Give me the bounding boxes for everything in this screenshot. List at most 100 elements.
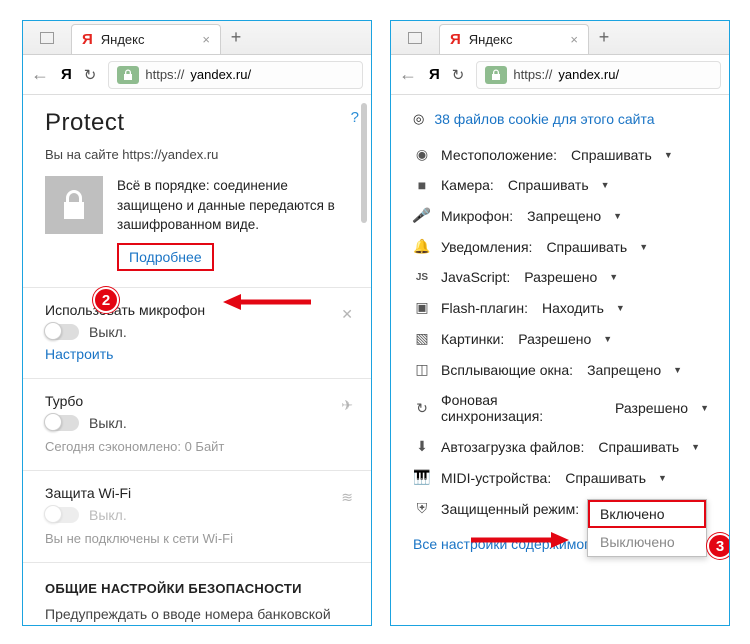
mic-off-icon: ✕	[341, 306, 353, 323]
permission-row-camera[interactable]: ■Камера: Спрашивать▼	[413, 170, 709, 200]
mic-toggle[interactable]	[45, 324, 79, 340]
tab-active[interactable]: Я Яндекс ×	[71, 24, 221, 54]
permission-value[interactable]: Спрашивать	[508, 177, 589, 193]
permission-label: Защищенный режим:	[441, 501, 579, 517]
annotation-arrow-right	[469, 529, 569, 551]
more-link[interactable]: Подробнее	[117, 243, 214, 271]
toolbar: ← Я ↻ https://yandex.ru/	[391, 55, 729, 95]
permission-row-js[interactable]: JSJavaScript: Разрешено▼	[413, 262, 709, 292]
permission-row-mic[interactable]: 🎤 Микрофон: Запрещено ▼	[413, 200, 709, 231]
permission-label: Автозагрузка файлов:	[441, 439, 584, 455]
chevron-down-icon[interactable]: ▼	[673, 365, 682, 375]
chevron-down-icon[interactable]: ▼	[691, 442, 700, 452]
chevron-down-icon[interactable]: ▼	[700, 403, 709, 413]
image-icon: ▧	[413, 330, 431, 347]
permission-value[interactable]: Спрашивать	[546, 239, 627, 255]
permission-label: JavaScript:	[441, 269, 510, 285]
mic-state: Выкл.	[89, 324, 127, 340]
permission-value[interactable]: Разрешено	[615, 400, 688, 416]
permission-label: MIDI-устройства:	[441, 470, 551, 486]
back-button[interactable]: ←	[31, 64, 49, 85]
back-button[interactable]: ←	[399, 64, 417, 85]
turbo-saved: Сегодня сэкономлено: 0 Байт	[45, 439, 351, 454]
mic-configure-link[interactable]: Настроить	[45, 346, 113, 362]
permission-row-flash[interactable]: ▣Flash-плагин: Находить▼	[413, 292, 709, 323]
bell-icon: 🔔	[413, 238, 431, 255]
tab-title: Яндекс	[469, 32, 513, 47]
pin-icon: ◉	[413, 146, 431, 163]
tab-bar: Я Яндекс × +	[391, 21, 729, 55]
cookie-icon: ◎	[413, 111, 424, 127]
permission-label: Уведомления:	[441, 239, 532, 255]
cookies-row[interactable]: ◎ 38 файлов cookie для этого сайта	[413, 105, 709, 139]
reload-button[interactable]: ↻	[452, 66, 465, 84]
permission-row-midi[interactable]: 🎹MIDI-устройства: Спрашивать▼	[413, 462, 709, 493]
toolbar: ← Я ↻ https:// yandex.ru/	[23, 55, 371, 95]
window-control-placeholder	[23, 21, 71, 54]
cookies-link[interactable]: 38 файлов cookie для этого сайта	[434, 111, 654, 127]
permission-value[interactable]: Запрещено	[527, 208, 601, 224]
tab-bar: Я Яндекс × +	[23, 21, 371, 55]
permissions-panel: ◎ 38 файлов cookie для этого сайта ◉ Мест…	[391, 95, 729, 625]
permission-value[interactable]: Спрашивать	[571, 147, 652, 163]
permission-row-image[interactable]: ▧ Картинки: Разрешено ▼	[413, 323, 709, 354]
permission-value[interactable]: Разрешено	[524, 269, 597, 285]
close-icon[interactable]: ×	[202, 32, 210, 47]
help-link[interactable]: ?	[351, 109, 359, 126]
permission-label: Картинки:	[441, 331, 504, 347]
reload-button[interactable]: ↻	[84, 66, 97, 84]
permission-value[interactable]: Находить	[542, 300, 604, 316]
annotation-badge-3: 3	[707, 533, 729, 559]
address-bar[interactable]: https:// yandex.ru/	[108, 61, 363, 89]
wifi-icon: ≋	[341, 489, 353, 506]
permission-value[interactable]: Спрашивать	[565, 470, 646, 486]
url-host: yandex.ru/	[190, 67, 251, 82]
chevron-down-icon[interactable]: ▼	[658, 473, 667, 483]
permission-label: Камера:	[441, 177, 494, 193]
protect-panel: ? Protect Вы на сайте https://yandex.ru …	[23, 95, 371, 625]
chevron-down-icon[interactable]: ▼	[613, 211, 622, 221]
chevron-down-icon[interactable]: ▼	[601, 180, 610, 190]
url-scheme: https://	[145, 67, 184, 82]
security-heading: ОБЩИЕ НАСТРОЙКИ БЕЗОПАСНОСТИ	[45, 581, 351, 596]
url-host: yandex.ru/	[558, 67, 619, 82]
yandex-home-button[interactable]: Я	[429, 66, 440, 83]
wifi-toggle	[45, 507, 79, 523]
permission-label: Flash-плагин:	[441, 300, 528, 316]
permission-row-sync[interactable]: ↻Фоновая синхронизация: Разрешено▼	[413, 385, 709, 431]
permission-row-popup[interactable]: ◫Всплывающие окна: Запрещено▼	[413, 354, 709, 385]
tab-active[interactable]: Я Яндекс ×	[439, 24, 589, 54]
chevron-down-icon[interactable]: ▼	[609, 272, 618, 282]
close-icon[interactable]: ×	[570, 32, 578, 47]
permission-row-bell[interactable]: 🔔 Уведомления: Спрашивать ▼	[413, 231, 709, 262]
chevron-down-icon[interactable]: ▼	[639, 242, 648, 252]
protected-mode-dropdown[interactable]: Включено Выключено	[587, 499, 707, 557]
yandex-favicon: Я	[450, 31, 461, 48]
chevron-down-icon[interactable]: ▼	[616, 303, 625, 313]
permission-label: Местоположение:	[441, 147, 557, 163]
turbo-toggle[interactable]	[45, 415, 79, 431]
new-tab-button[interactable]: +	[221, 21, 251, 54]
turbo-title: Турбо	[45, 393, 351, 409]
address-bar[interactable]: https://yandex.ru/	[476, 61, 721, 89]
popup-icon: ◫	[413, 361, 431, 378]
permission-row-download[interactable]: ⬇Автозагрузка файлов: Спрашивать▼	[413, 431, 709, 462]
chevron-down-icon[interactable]: ▼	[664, 150, 673, 160]
lock-icon[interactable]	[485, 66, 507, 84]
permission-value[interactable]: Разрешено	[518, 331, 591, 347]
yandex-home-button[interactable]: Я	[61, 66, 72, 83]
new-tab-button[interactable]: +	[589, 21, 619, 54]
chevron-down-icon[interactable]: ▼	[603, 334, 612, 344]
mic-icon: 🎤	[413, 207, 431, 224]
dropdown-option-on[interactable]: Включено	[588, 500, 706, 528]
lock-icon[interactable]	[117, 66, 139, 84]
permission-row-pin[interactable]: ◉ Местоположение: Спрашивать ▼	[413, 139, 709, 170]
permission-label: Микрофон:	[441, 208, 513, 224]
permission-value[interactable]: Спрашивать	[598, 439, 679, 455]
permission-value[interactable]: Запрещено	[587, 362, 661, 378]
permission-label: Фоновая синхронизация:	[441, 392, 601, 424]
shield-icon: ⛨	[413, 500, 431, 517]
security-line: Предупреждать о вводе номера банковской	[45, 606, 351, 622]
wifi-state: Выкл.	[89, 507, 127, 523]
dropdown-option-off[interactable]: Выключено	[588, 528, 706, 556]
